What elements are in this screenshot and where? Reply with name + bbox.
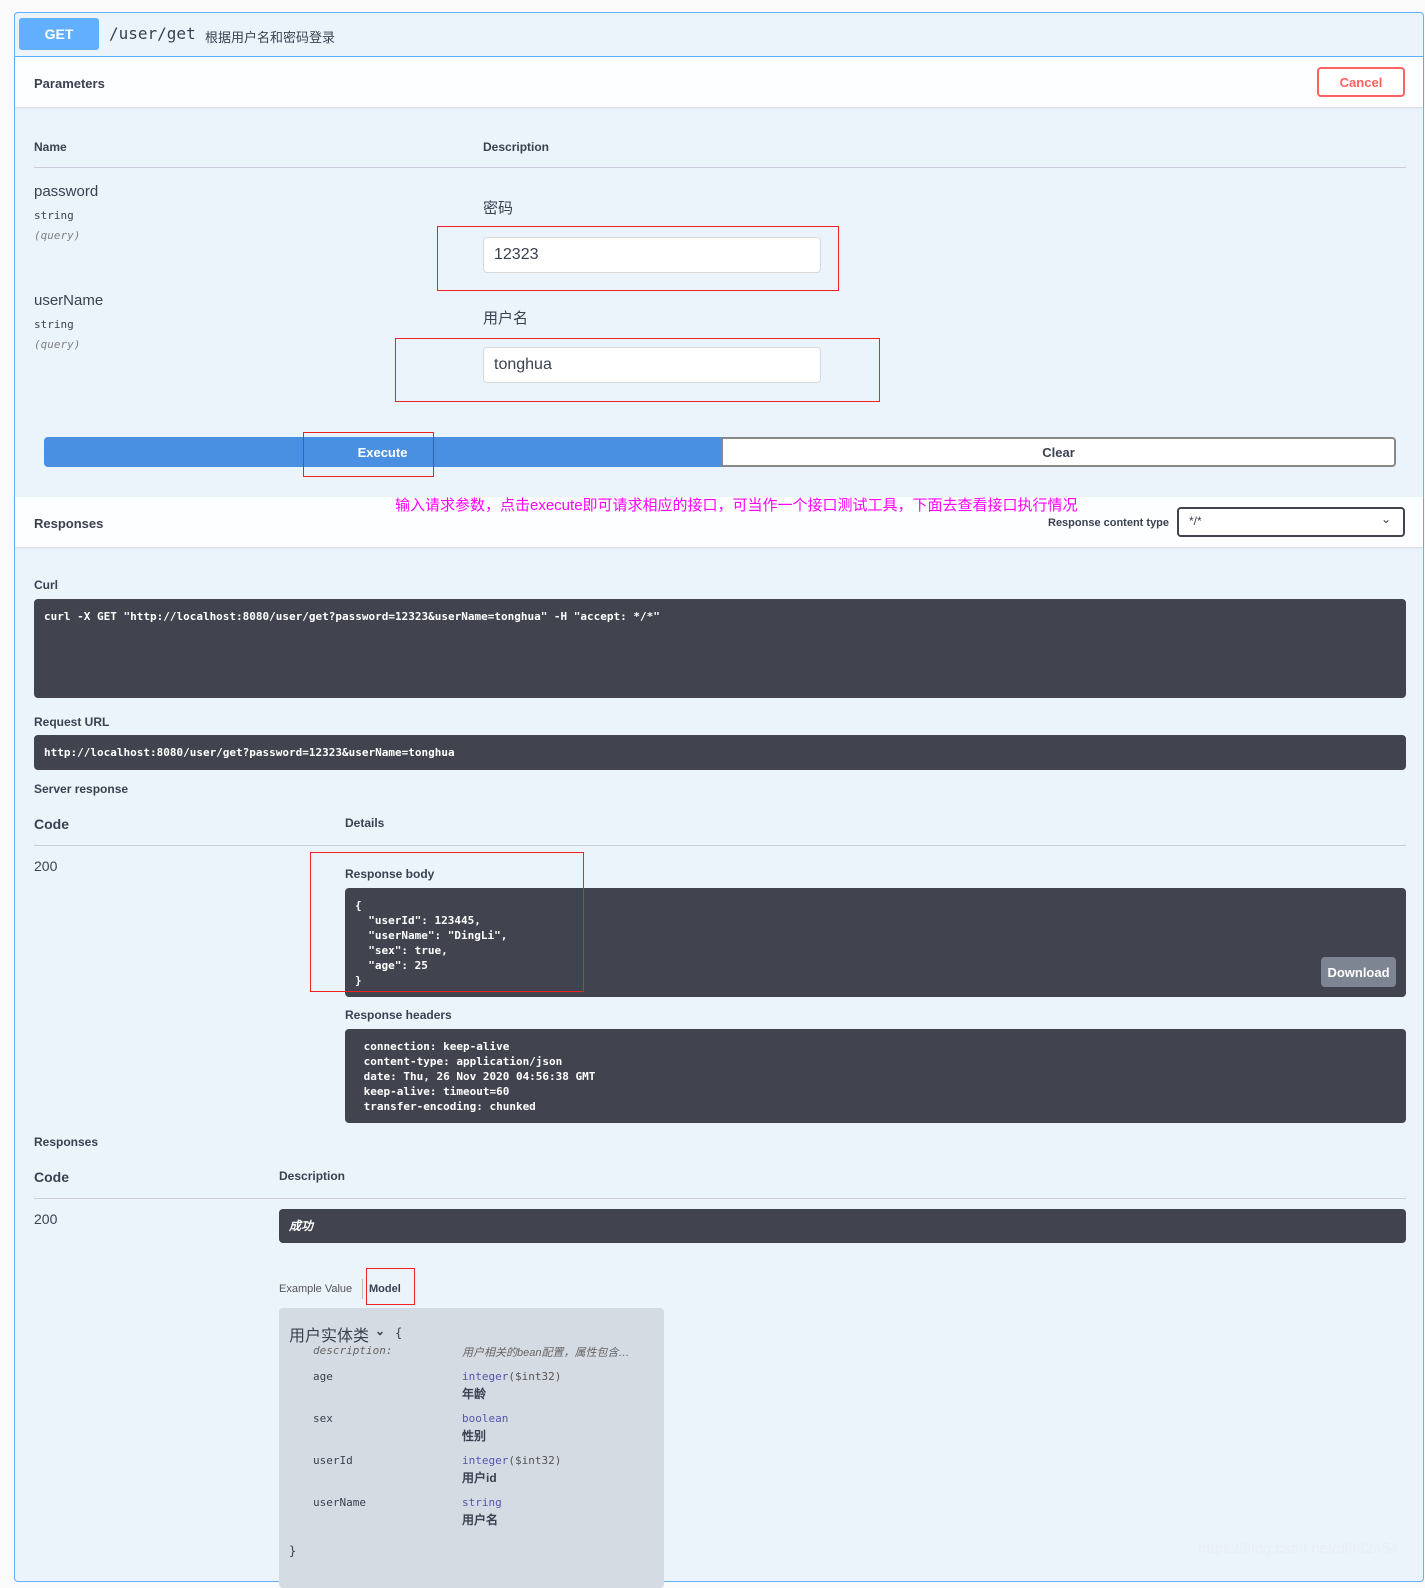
- content-type-label: Response content type: [1048, 517, 1170, 529]
- content-type-select[interactable]: */* ⌄: [1177, 507, 1405, 537]
- col-code: Code: [34, 1169, 69, 1185]
- field-type-wrap: integer($int32): [462, 1454, 561, 1467]
- divider: [34, 1198, 1406, 1199]
- highlight-box: [303, 432, 434, 477]
- col-description: Description: [279, 1169, 346, 1183]
- responses-title: Responses: [34, 516, 104, 531]
- field-type-wrap: boolean: [462, 1412, 508, 1425]
- download-button[interactable]: Download: [1321, 957, 1396, 987]
- divider: [34, 845, 1406, 846]
- request-url-label: Request URL: [34, 715, 110, 729]
- chevron-down-icon: ⌄: [1380, 512, 1391, 526]
- watermark: https://blog.csdn.net/dl962454: [1198, 1540, 1399, 1557]
- password-input[interactable]: [483, 237, 821, 273]
- param-description: 密码: [483, 200, 514, 217]
- col-description: Description: [483, 140, 550, 154]
- col-name: Name: [34, 140, 67, 154]
- param-type: string: [34, 318, 74, 331]
- brace-close: }: [289, 1544, 297, 1558]
- response-code: 200: [34, 858, 58, 874]
- highlight-box: [310, 852, 584, 992]
- request-url[interactable]: http://localhost:8080/user/get?password=…: [34, 735, 1406, 770]
- field-desc: 用户名: [462, 1513, 499, 1527]
- field-format: ($int32): [508, 1454, 562, 1467]
- curl-command[interactable]: curl -X GET "http://localhost:8080/user/…: [34, 599, 1406, 698]
- model-box: 用户实体类 ⌄ { description: 用户相关的bean配置，属性包含……: [279, 1308, 664, 1588]
- param-in: (query): [34, 338, 81, 351]
- param-type: string: [34, 209, 74, 222]
- responses-label: Responses: [34, 1135, 99, 1149]
- param-name: password: [34, 183, 99, 200]
- field-type: integer: [462, 1454, 509, 1467]
- server-response-label: Server response: [34, 782, 129, 796]
- field-type-wrap: integer($int32): [462, 1370, 561, 1383]
- brace-open: {: [395, 1326, 403, 1340]
- col-details: Details: [345, 816, 385, 830]
- field-name: age: [313, 1370, 333, 1383]
- chevron-down-icon[interactable]: ⌄: [375, 1324, 385, 1338]
- field-format: ($int32): [508, 1370, 562, 1383]
- response-headers-label: Response headers: [345, 1008, 452, 1022]
- tab-example-value[interactable]: Example Value: [279, 1283, 352, 1295]
- param-name: userName: [34, 292, 104, 309]
- field-name: sex: [313, 1412, 333, 1425]
- field-name: userId: [313, 1454, 353, 1467]
- field-type: string: [462, 1496, 502, 1509]
- field-name: userName: [313, 1496, 366, 1509]
- model-description: 用户相关的bean配置，属性包含…: [462, 1347, 630, 1359]
- response-headers[interactable]: connection: keep-alive content-type: app…: [345, 1029, 1406, 1123]
- parameters-header: Parameters Cancel: [15, 57, 1423, 107]
- method-badge: GET: [19, 18, 99, 50]
- annotation-text: 输入请求参数，点击execute即可请求相应的接口，可当作一个接口测试工具，下面…: [395, 497, 1078, 514]
- param-in: (query): [34, 229, 81, 242]
- operation-summary[interactable]: GET /user/get 根据用户名和密码登录: [15, 13, 1423, 57]
- username-input[interactable]: [483, 347, 821, 383]
- model-name[interactable]: 用户实体类: [289, 1322, 369, 1346]
- tab-divider: [362, 1279, 363, 1299]
- clear-button[interactable]: Clear: [721, 437, 1396, 467]
- curl-label: Curl: [34, 578, 58, 592]
- response-code: 200: [34, 1211, 58, 1227]
- field-type: boolean: [462, 1412, 509, 1425]
- description-key: description:: [313, 1344, 393, 1357]
- field-desc: 性别: [462, 1429, 487, 1443]
- divider: [34, 167, 1406, 168]
- field-desc: 用户id: [462, 1471, 497, 1485]
- field-type: integer: [462, 1370, 509, 1383]
- operation-summary-text: 根据用户名和密码登录: [205, 30, 336, 45]
- response-description: 成功: [279, 1209, 1406, 1243]
- parameters-title: Parameters: [34, 76, 105, 91]
- operation-block: GET /user/get 根据用户名和密码登录 Parameters Canc…: [14, 12, 1424, 1588]
- content-type-value: */*: [1189, 514, 1202, 528]
- field-desc: 年龄: [462, 1387, 487, 1401]
- cancel-button[interactable]: Cancel: [1317, 67, 1405, 97]
- col-code: Code: [34, 816, 69, 832]
- param-description: 用户名: [483, 310, 529, 327]
- operation-path: /user/get: [109, 24, 196, 43]
- highlight-box: [366, 1268, 415, 1305]
- field-type-wrap: string: [462, 1496, 502, 1509]
